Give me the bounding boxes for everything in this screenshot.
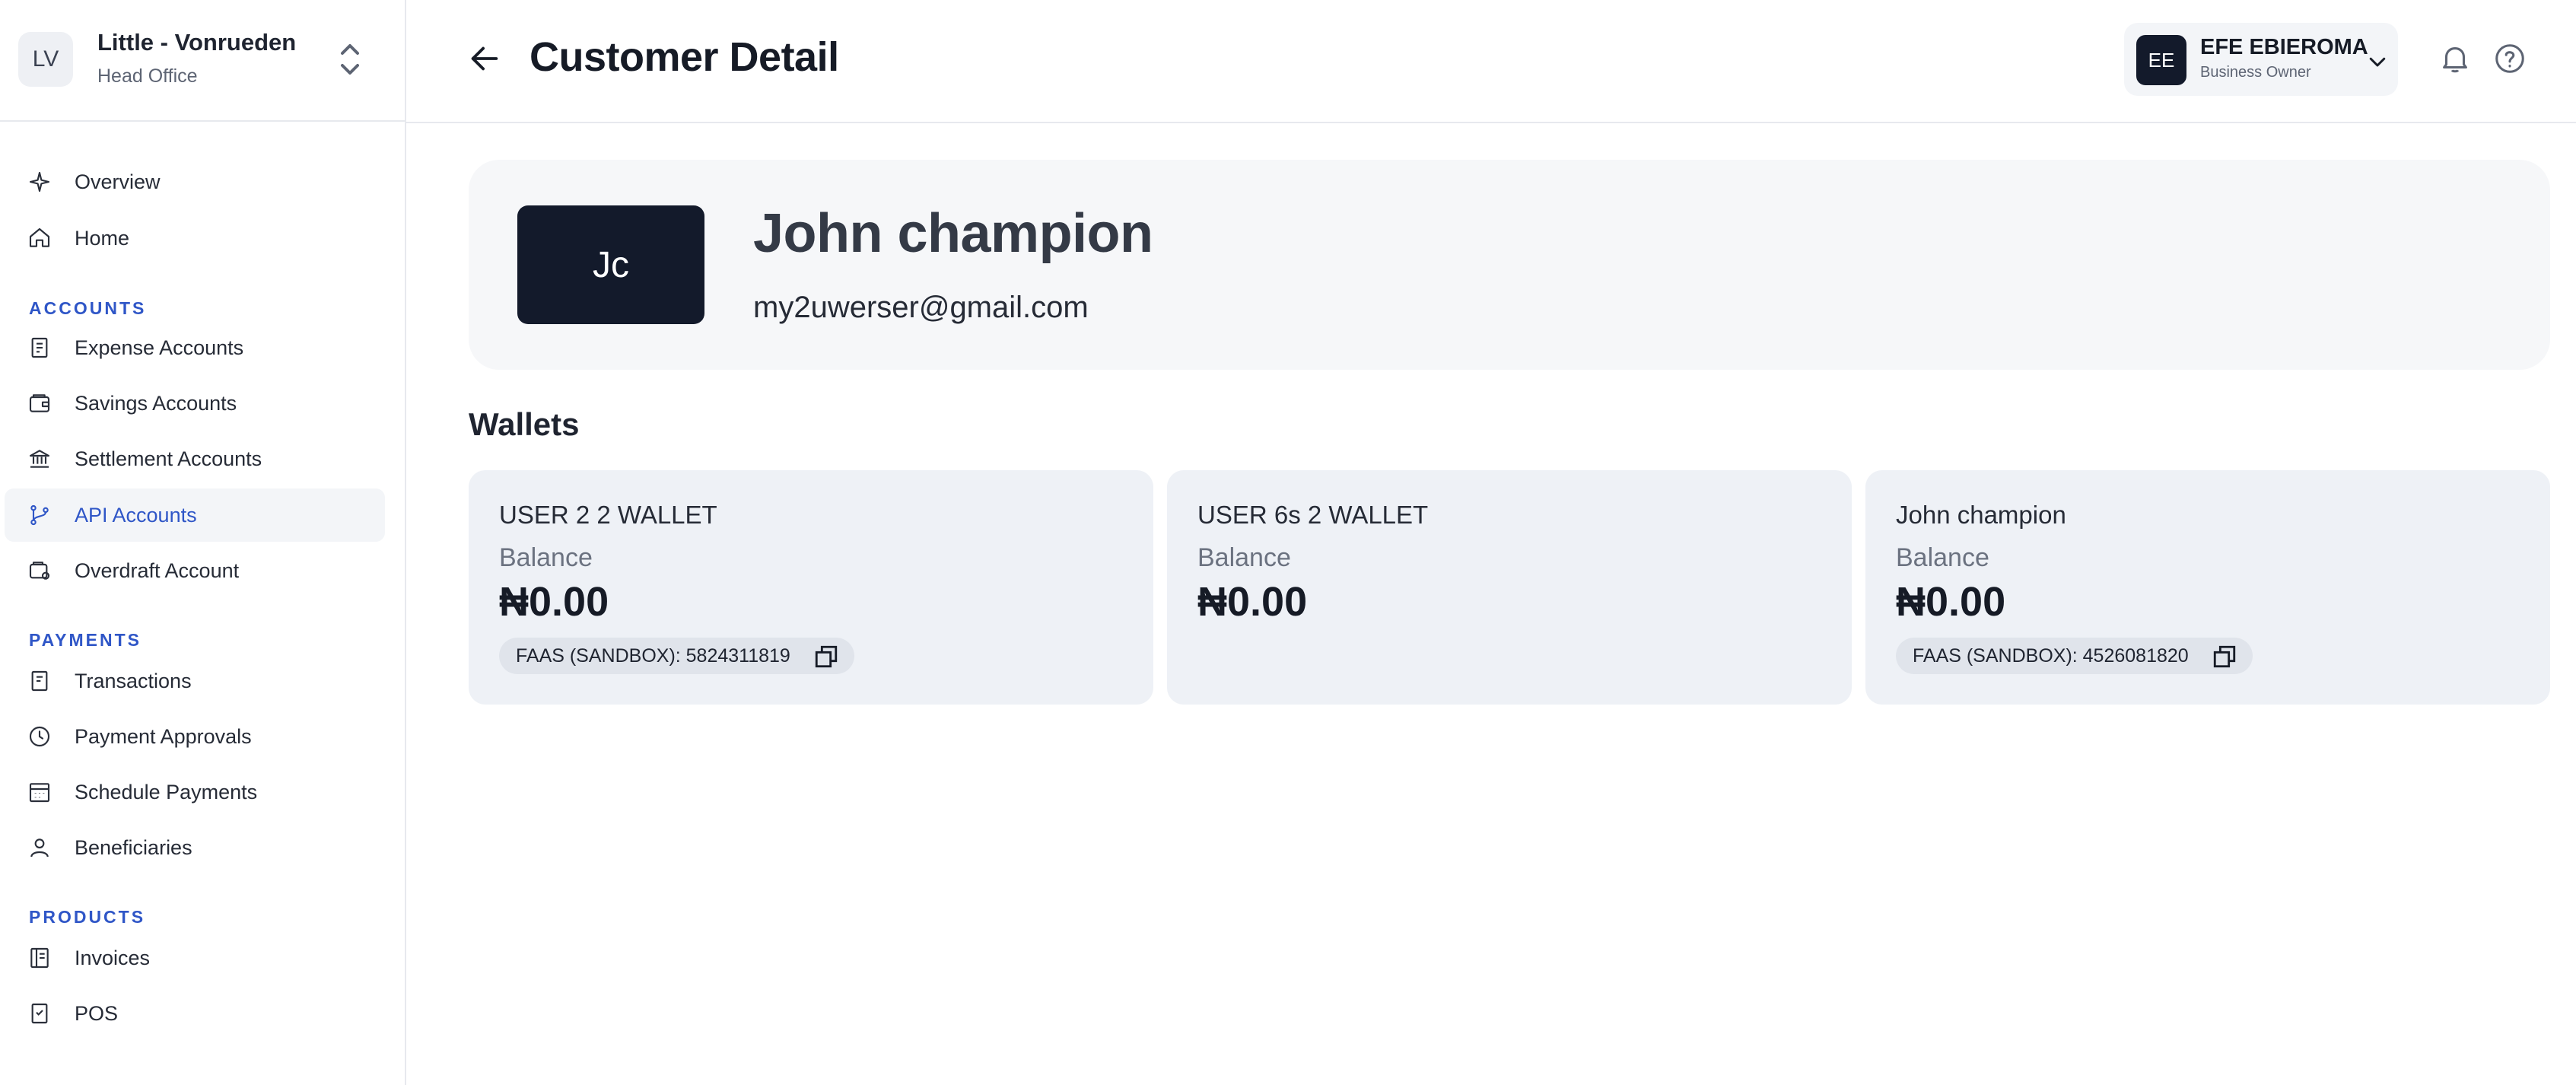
sidebar-item-label: Settlement Accounts	[75, 447, 262, 470]
wallet-balance-label: Balance	[1197, 543, 1291, 572]
sidebar-item-label: Schedule Payments	[75, 781, 258, 803]
sidebar-item-overview[interactable]: Overview	[5, 155, 385, 208]
chevron-up-down-icon[interactable]	[335, 40, 365, 79]
sidebar-item-label: API Accounts	[75, 504, 197, 527]
sidebar-item-api-accounts[interactable]: API Accounts	[5, 488, 385, 542]
user-menu[interactable]: EE EFE EBIEROMA Business Owner	[2124, 23, 2398, 96]
sidebar-item-overdraft-account[interactable]: Overdraft Account	[5, 544, 385, 597]
customer-profile-card: Jc John champion my2uwerser@gmail.com	[469, 160, 2550, 370]
chevron-down-icon[interactable]	[2366, 50, 2389, 73]
sidebar-item-payment-approvals[interactable]: Payment Approvals	[5, 710, 385, 763]
sidebar-item-label: Transactions	[75, 670, 192, 692]
sidebar-item-label: Overdraft Account	[75, 559, 240, 582]
sidebar-item-label: Payment Approvals	[75, 725, 252, 748]
sidebar-item-settlement-accounts[interactable]: Settlement Accounts	[5, 432, 385, 485]
wallet-name: John champion	[1896, 501, 2066, 529]
sidebar-item-savings-accounts[interactable]: Savings Accounts	[5, 377, 385, 430]
receipt-icon	[31, 337, 48, 358]
sidebar-item-label: Savings Accounts	[75, 392, 237, 415]
sidebar-item-label: POS	[75, 1002, 119, 1025]
wallet-card[interactable]: John champion Balance ₦0.00 FAAS (SANDBO…	[1865, 470, 2550, 705]
sidebar-item-expense-accounts[interactable]: Expense Accounts	[5, 321, 385, 374]
customer-avatar: Jc	[517, 205, 704, 324]
customer-email: my2uwerser@gmail.com	[753, 291, 1089, 324]
overdraft-icon	[29, 562, 50, 580]
section-label-payments: PAYMENTS	[29, 630, 142, 650]
sidebar-item-home[interactable]: Home	[5, 212, 385, 265]
sidebar-item-label: Invoices	[75, 947, 151, 969]
wallet-balance-amount: ₦0.00	[1896, 579, 2006, 625]
sidebar-item-invoices[interactable]: Invoices	[5, 931, 385, 985]
top-header: Customer Detail EE EFE EBIEROMA Business…	[406, 0, 2576, 123]
wallet-balance-amount: ₦0.00	[1197, 579, 1308, 625]
bank-icon	[29, 450, 50, 468]
wallet-balance-amount: ₦0.00	[499, 579, 609, 625]
pos-receipt-icon	[31, 1003, 48, 1024]
wallet-name: USER 6s 2 WALLET	[1197, 501, 1429, 529]
sidebar-item-label: Overview	[75, 170, 161, 193]
wallet-account-pill: FAAS (SANDBOX): 5824311819	[499, 638, 854, 674]
copy-icon[interactable]	[813, 644, 839, 670]
org-switcher[interactable]: LV Little - Vonrueden Head Office	[0, 0, 405, 122]
wallet-card[interactable]: USER 2 2 WALLET Balance ₦0.00 FAAS (SAND…	[469, 470, 1153, 705]
wallets-heading: Wallets	[469, 406, 580, 442]
wallet-card[interactable]: USER 6s 2 WALLET Balance ₦0.00	[1167, 470, 1852, 705]
user-icon	[30, 838, 49, 858]
copy-icon[interactable]	[2212, 644, 2237, 670]
sidebar-item-label: Expense Accounts	[75, 336, 244, 359]
back-arrow-icon[interactable]	[467, 41, 502, 76]
wallet-balance-label: Balance	[1896, 543, 1989, 572]
sidebar-item-transactions[interactable]: Transactions	[5, 654, 385, 708]
calendar-icon	[29, 783, 50, 803]
help-icon[interactable]	[2492, 41, 2527, 76]
org-name: Little - Vonrueden	[97, 29, 297, 56]
wallet-name: USER 2 2 WALLET	[499, 501, 717, 529]
bell-icon[interactable]	[2438, 41, 2473, 76]
home-icon	[29, 228, 50, 247]
user-avatar: EE	[2136, 35, 2186, 85]
user-role: Business Owner	[2200, 64, 2311, 81]
wallet-account-number: FAAS (SANDBOX): 4526081820	[1913, 644, 2189, 667]
git-branch-icon	[30, 504, 49, 526]
sidebar-item-beneficiaries[interactable]: Beneficiaries	[5, 821, 385, 874]
user-name: EFE EBIEROMA	[2200, 35, 2368, 59]
section-label-accounts: ACCOUNTS	[29, 298, 147, 318]
clock-icon	[29, 726, 50, 747]
document-icon	[31, 670, 48, 692]
wallet-account-number: FAAS (SANDBOX): 5824311819	[516, 644, 790, 667]
org-subtitle: Head Office	[97, 65, 198, 87]
wallet-account-pill: FAAS (SANDBOX): 4526081820	[1896, 638, 2253, 674]
section-label-products: PRODUCTS	[29, 907, 146, 927]
invoice-icon	[30, 947, 49, 969]
wallet-balance-label: Balance	[499, 543, 593, 572]
sparkle-icon	[29, 171, 50, 192]
page-title: Customer Detail	[530, 34, 839, 80]
customer-name: John champion	[753, 203, 1153, 264]
sidebar: LV Little - Vonrueden Head Office Overvi…	[0, 0, 406, 1085]
sidebar-item-label: Home	[75, 227, 130, 250]
sidebar-item-schedule-payments[interactable]: Schedule Payments	[5, 765, 385, 819]
sidebar-item-pos[interactable]: POS	[5, 987, 385, 1040]
org-avatar: LV	[18, 32, 73, 87]
sidebar-item-label: Beneficiaries	[75, 836, 192, 859]
wallet-icon	[29, 394, 50, 412]
